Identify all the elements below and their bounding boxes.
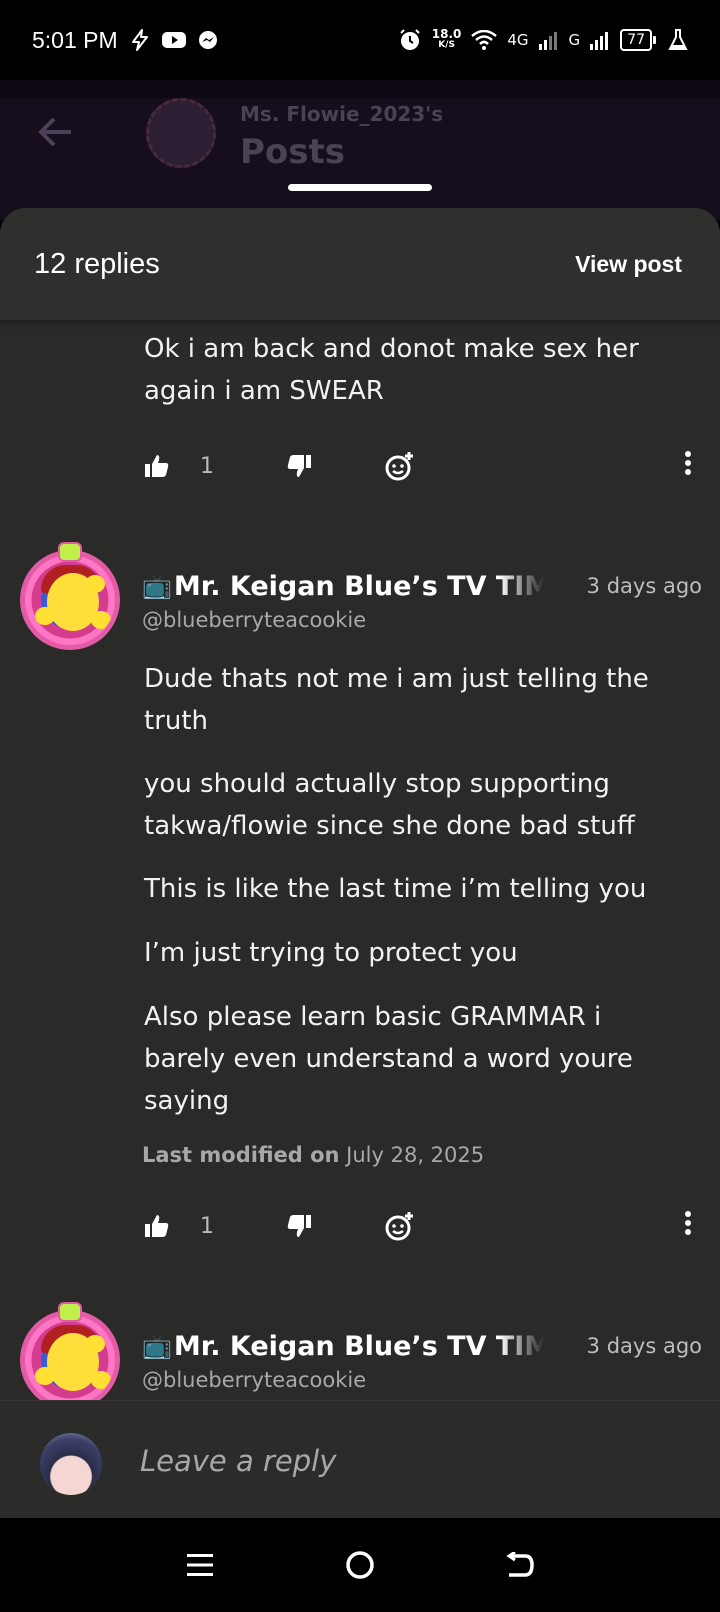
- net-speed: 18.0 K/S: [431, 27, 462, 50]
- status-time: 5:01 PM: [32, 26, 118, 53]
- add-reaction-icon[interactable]: [384, 450, 416, 482]
- last-modified-label: Last modified on: [142, 1143, 340, 1167]
- menu-icon[interactable]: [170, 1535, 230, 1595]
- signal-icon: [538, 30, 559, 50]
- wifi-icon: [471, 30, 498, 50]
- comment-text: This is like the last time i’m telling y…: [144, 874, 647, 904]
- youtube-icon: [161, 31, 186, 49]
- comment-time: 3 days ago: [586, 574, 702, 598]
- current-user-avatar: [40, 1433, 102, 1495]
- more-vertical-icon[interactable]: [684, 1209, 692, 1244]
- background-avatar: [146, 98, 216, 168]
- comment-actions: 1: [144, 446, 692, 486]
- sheet-header: 12 replies View post: [0, 208, 720, 320]
- avatar[interactable]: [20, 550, 120, 650]
- replies-list[interactable]: Ok i am back and donot make sex her agai…: [0, 320, 720, 1518]
- reply-input[interactable]: [140, 1431, 680, 1491]
- alarm-icon: [398, 28, 422, 52]
- more-vertical-icon[interactable]: [684, 449, 692, 484]
- back-icon[interactable]: [490, 1535, 550, 1595]
- network-g-label: G: [568, 31, 581, 49]
- flask-icon: [668, 29, 688, 51]
- thumbs-down-icon[interactable]: [286, 1213, 312, 1239]
- thumbs-up-icon[interactable]: [144, 1213, 170, 1239]
- thumbs-down-icon[interactable]: [286, 453, 312, 479]
- comment-text: you should actually stop supporting takw…: [144, 769, 635, 841]
- view-post-button[interactable]: View post: [575, 251, 686, 278]
- author-row: 📺 Mr. Keigan Blue’s TV TIME 3 days ago: [142, 1326, 702, 1366]
- comment-text: I’m just trying to protect you: [144, 938, 518, 968]
- comment-text: Dude thats not me i am just telling the …: [144, 664, 649, 736]
- author-name[interactable]: Mr. Keigan Blue’s TV TIME: [174, 571, 544, 602]
- navigation-bar: [0, 1518, 720, 1612]
- author-handle[interactable]: @blueberryteacookie: [142, 1368, 366, 1392]
- signal-icon: [590, 30, 610, 50]
- like-count: 1: [200, 1213, 214, 1239]
- background-page-title: Posts: [240, 132, 346, 172]
- network-4g-label: 4G: [507, 31, 529, 49]
- tv-emoji-icon: 📺: [142, 572, 172, 600]
- avatar[interactable]: [20, 1310, 120, 1410]
- thumbs-up-icon[interactable]: [144, 453, 170, 479]
- replies-count: 12 replies: [34, 247, 160, 280]
- back-arrow-icon: [38, 112, 72, 156]
- reply-bar: [0, 1400, 720, 1518]
- tv-emoji-icon: 📺: [142, 1332, 172, 1360]
- messenger-icon: [198, 30, 218, 50]
- flash-icon: [130, 29, 150, 51]
- author-handle[interactable]: @blueberryteacookie: [142, 608, 366, 632]
- avatar-badge: [58, 542, 82, 562]
- author-name[interactable]: Mr. Keigan Blue’s TV TIME: [174, 1331, 544, 1362]
- last-modified-date: July 28, 2025: [346, 1143, 485, 1167]
- sheet-drag-handle[interactable]: [288, 184, 432, 191]
- comment-text: Ok i am back and donot make sex her agai…: [144, 334, 639, 406]
- battery-indicator: 77: [620, 29, 656, 51]
- home-icon[interactable]: [330, 1535, 390, 1595]
- background-owner-label: Ms. Flowie_2023's: [240, 102, 444, 126]
- status-bar: 5:01 PM 18.0 K/S 4G G 77: [0, 0, 720, 80]
- last-modified: Last modified on July 28, 2025: [142, 1143, 484, 1167]
- like-count: 1: [200, 453, 214, 479]
- comment-actions: 1: [144, 1206, 692, 1246]
- avatar-badge: [58, 1302, 82, 1322]
- comment-text: Also please learn basic GRAMMAR i barely…: [144, 1002, 633, 1116]
- add-reaction-icon[interactable]: [384, 1210, 416, 1242]
- replies-sheet: 12 replies View post Ok i am back and do…: [0, 208, 720, 1518]
- comment-time: 3 days ago: [586, 1334, 702, 1358]
- author-row: 📺 Mr. Keigan Blue’s TV TIME 3 days ago: [142, 566, 702, 606]
